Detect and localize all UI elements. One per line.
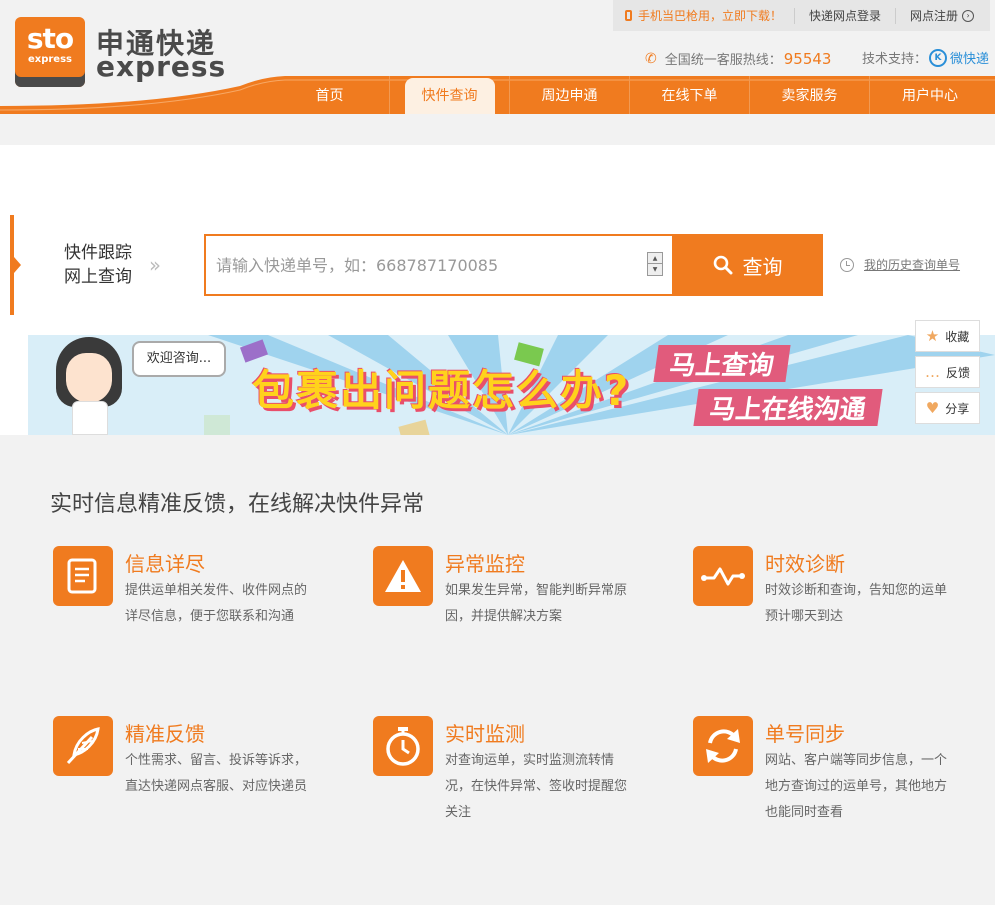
banner-tag-chat: 马上在线沟通 [693,389,883,426]
stopwatch-icon [373,716,433,776]
feature-name: 单号同步 [765,722,845,746]
warning-icon [373,546,433,606]
feature-desc: 个性需求、留言、投诉等诉求，直达快递网点客服、对应快递员 [125,753,308,794]
outlet-register-label: 网点注册 [910,9,959,23]
tech-support: 技术支持： K 微快递 [862,48,989,67]
favorite-button[interactable]: ★ 收藏 [915,320,980,352]
nav-item-seller-service[interactable]: 卖家服务 [750,76,870,114]
feature-desc: 时效诊断和查询，告知您的运单预计哪天到达 [765,583,948,624]
search-button-label: 查询 [742,254,783,279]
share-label: 分享 [945,401,970,416]
favorite-label: 收藏 [945,329,970,344]
nav-label: 首页 [315,88,344,104]
phone-icon: ✆ [645,50,657,67]
weikuaidi-logo-icon: K [929,48,948,67]
search-icon [713,255,732,275]
logo-subtext: express [27,54,72,65]
site-header: sto express 申通快递 express 手机当巴枪用，立即下载！ 快递… [0,0,995,115]
star-icon: ★ [925,327,940,345]
app-download-label: 手机当巴枪用，立即下载！ [638,9,783,23]
arrow-right-circle-icon: › [962,9,975,22]
feature-desc: 如果发生异常，智能判断异常原因，并提供解决方案 [445,583,628,624]
clock-icon [840,257,854,272]
spinner-up-icon[interactable]: ▲ [648,253,662,264]
heart-icon: ♥ [925,399,940,417]
double-chevron-right-icon: ›› [149,253,161,277]
nav-label: 在线下单 [661,88,718,104]
support-label: 技术支持： [862,52,928,67]
chat-icon: … [924,363,940,381]
nav-item-user-center[interactable]: 用户中心 [870,76,990,114]
tracking-label-line2: 网上查询 [64,267,132,287]
nav-item-nearby[interactable]: 周边申通 [510,76,630,114]
customer-hotline: ✆ 全国统一客服热线： 95543 [645,49,832,69]
history-lookup: 我的历史查询单号 [840,256,960,273]
document-icon [53,546,113,606]
outlet-login-link[interactable]: 快递网点登录 [795,7,897,24]
tracking-search-box: ▲ ▼ [204,234,672,296]
feature-name: 精准反馈 [125,722,205,746]
app-download-link[interactable]: 手机当巴枪用，立即下载！ [613,7,796,24]
agent-face [66,353,112,403]
welcome-speech-bubble: 欢迎咨询... [132,341,226,377]
feedback-button[interactable]: … 反馈 [915,356,980,388]
feature-desc: 对查询运单，实时监测流转情况，在快件异常、签收时提醒您关注 [445,753,628,820]
tracking-number-input[interactable] [216,236,636,294]
outlet-login-label: 快递网点登录 [809,9,882,23]
promo-banner[interactable]: 欢迎咨询... 包裹出问题怎么办? 马上查询 马上在线沟通 [28,335,995,435]
share-button[interactable]: ♥ 分享 [915,392,980,424]
feedback-label: 反馈 [945,365,970,380]
tracking-tab-marker [10,215,21,315]
pulse-icon [693,546,753,606]
main-nav: 首页 快件查询 周边申通 在线下单 卖家服务 用户中心 [270,76,995,114]
nav-label: 快件查询 [404,78,495,114]
support-vendor-link[interactable]: 微快递 [950,48,989,67]
feature-desc: 网站、客户端等同步信息，一个地方查询过的运单号，其他地方也能同时查看 [765,753,948,820]
nav-label: 周边申通 [541,88,598,104]
feature-name: 异常监控 [445,552,525,576]
agent-body [72,401,108,435]
floating-side-tools: ★ 收藏 … 反馈 ♥ 分享 [915,320,980,428]
nav-item-home[interactable]: 首页 [270,76,390,114]
feature-desc: 提供运单相关发件、收件网点的详尽信息，便于您联系和沟通 [125,583,308,624]
banner-tag-query: 马上查询 [653,345,791,382]
feature-name: 信息详尽 [125,552,205,576]
mobile-phone-icon [625,10,632,21]
spinner-down-icon[interactable]: ▼ [648,264,662,275]
feature-name: 时效诊断 [765,552,845,576]
hotline-number: 95543 [783,49,832,68]
nav-item-order-online[interactable]: 在线下单 [630,76,750,114]
tracking-label: 快件跟踪 网上查询 [64,241,132,289]
nav-label: 用户中心 [902,88,958,104]
sync-icon [693,716,753,776]
nav-item-tracking[interactable]: 快件查询 [390,76,510,114]
hotline-label: 全国统一客服热线： [664,53,782,68]
banner-headline: 包裹出问题怎么办? [252,366,631,415]
outlet-register-link[interactable]: 网点注册 › [896,8,988,24]
search-button[interactable]: 查询 [672,234,823,296]
top-utility-bar: 手机当巴枪用，立即下载！ 快递网点登录 网点注册 › [613,0,990,31]
features-heading: 实时信息精准反馈，在线解决快件异常 [50,492,425,517]
feather-icon [53,716,113,776]
feature-name: 实时监测 [445,722,525,746]
history-link[interactable]: 我的历史查询单号 [864,256,960,273]
tracking-label-line1: 快件跟踪 [64,243,132,263]
input-spinner[interactable]: ▲ ▼ [647,252,663,276]
nav-label: 卖家服务 [781,88,838,104]
